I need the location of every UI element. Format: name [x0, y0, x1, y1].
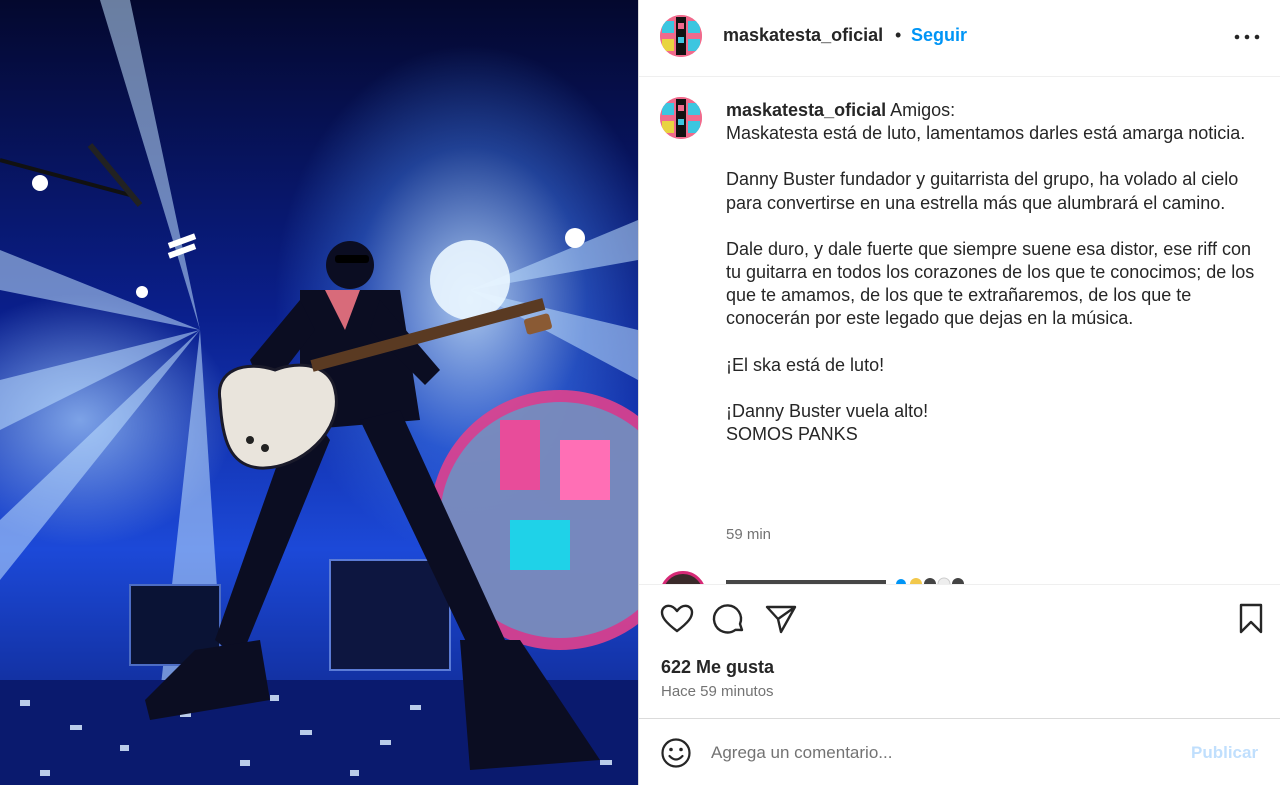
post-time-ago[interactable]: Hace 59 minutos	[661, 683, 774, 700]
commenter-avatar[interactable]	[660, 571, 706, 584]
post-photo[interactable]	[0, 0, 638, 785]
post-username[interactable]: maskatesta_oficial	[723, 25, 883, 46]
caption-text: maskatesta_oficial Amigos: Maskatesta es…	[726, 99, 1256, 446]
post-actions: 622 Me gusta Hace 59 minutos	[639, 584, 1280, 718]
caption-paragraph: ¡Danny Buster vuela alto! SOMOS PANKS	[726, 400, 929, 445]
speech-bubble-icon	[712, 604, 744, 634]
commenter-name-cropped	[726, 577, 964, 584]
next-comment-peek	[660, 571, 1260, 584]
caption-avatar[interactable]	[660, 97, 702, 139]
caption-paragraph: ¡El ska está de luto!	[726, 354, 885, 375]
share-button[interactable]	[763, 601, 799, 637]
like-button[interactable]	[659, 601, 695, 637]
follow-button[interactable]: Seguir	[911, 25, 967, 46]
bookmark-icon	[1239, 603, 1263, 634]
three-dots-icon	[1234, 34, 1260, 40]
publish-button[interactable]: Publicar	[1191, 743, 1258, 763]
separator-dot: •	[895, 25, 902, 45]
caption-section: maskatesta_oficial Amigos: Maskatesta es…	[639, 77, 1280, 584]
smiley-icon	[661, 738, 691, 768]
profile-avatar[interactable]	[660, 15, 702, 57]
more-options-button[interactable]	[1229, 22, 1265, 52]
concert-photo-illustration	[0, 0, 638, 785]
save-button[interactable]	[1233, 601, 1269, 637]
likes-count[interactable]: 622 Me gusta	[661, 657, 774, 678]
caption-timestamp[interactable]: 59 min	[726, 526, 771, 543]
heart-outline-icon	[660, 604, 694, 633]
post-details-panel: maskatesta_oficial • Seguir maskatesta_o…	[638, 0, 1280, 785]
comment-bar: Publicar	[639, 718, 1280, 785]
comment-button[interactable]	[711, 601, 747, 637]
emoji-button[interactable]	[659, 736, 693, 770]
comment-input[interactable]	[711, 737, 1171, 769]
paper-plane-icon	[765, 605, 797, 634]
caption-paragraph: Danny Buster fundador y guitarrista del …	[726, 169, 1239, 213]
caption-paragraph: Dale duro, y dale fuerte que siempre sue…	[726, 238, 1255, 329]
post-header: maskatesta_oficial • Seguir	[639, 0, 1280, 77]
caption-username[interactable]: maskatesta_oficial	[726, 100, 886, 120]
